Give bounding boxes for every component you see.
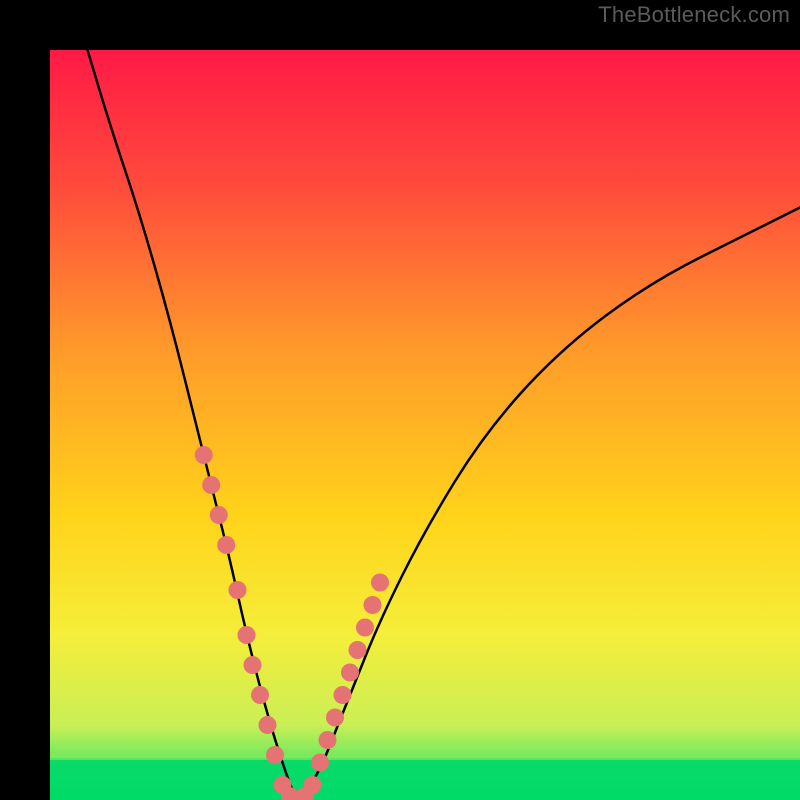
green-band: [50, 758, 800, 800]
marker-dot: [311, 754, 329, 772]
marker-dot: [202, 476, 220, 494]
marker-dot: [266, 746, 284, 764]
marker-dot: [356, 619, 374, 637]
marker-dot: [259, 716, 277, 734]
marker-dot: [319, 731, 337, 749]
gradient-background: [50, 50, 800, 800]
marker-dot: [349, 641, 367, 659]
marker-dot: [244, 656, 262, 674]
marker-dot: [364, 596, 382, 614]
marker-dot: [229, 581, 247, 599]
marker-dot: [210, 506, 228, 524]
marker-dot: [304, 776, 322, 794]
chart-frame: [25, 25, 775, 775]
marker-dot: [217, 536, 235, 554]
bottleneck-chart: [50, 50, 800, 800]
green-band-upper: [50, 750, 800, 760]
marker-dot: [251, 686, 269, 704]
marker-dot: [326, 709, 344, 727]
marker-dot: [341, 664, 359, 682]
marker-dot: [238, 626, 256, 644]
marker-dot: [334, 686, 352, 704]
marker-dot: [195, 446, 213, 464]
watermark-text: TheBottleneck.com: [598, 2, 790, 28]
marker-dot: [371, 574, 389, 592]
